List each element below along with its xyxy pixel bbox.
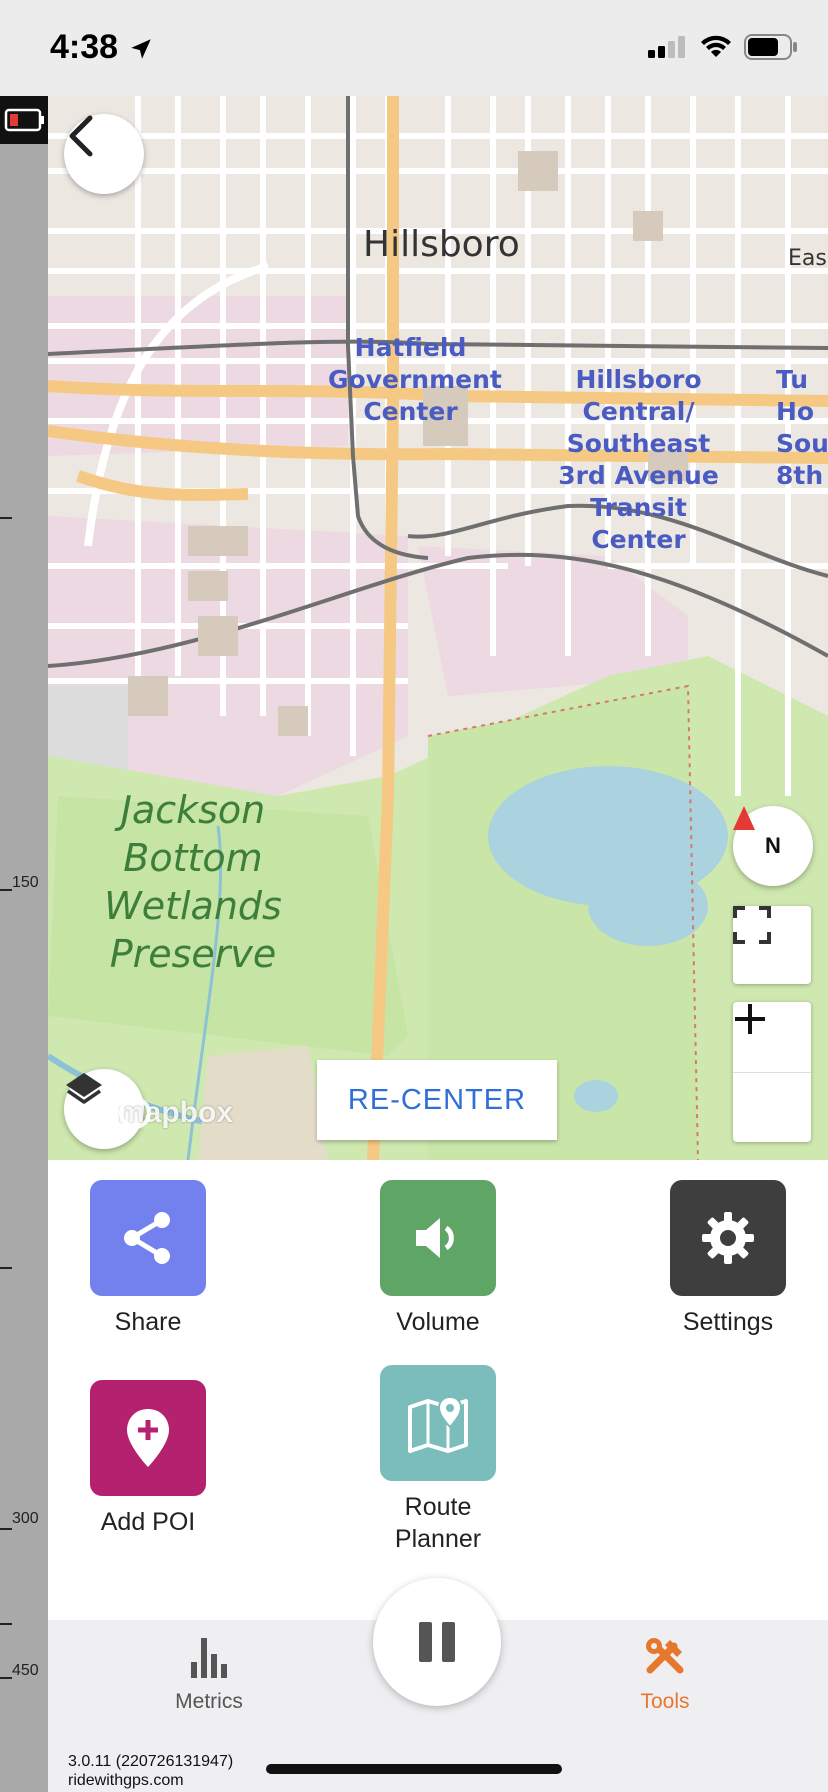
- tab-tools[interactable]: Tools: [590, 1636, 740, 1714]
- add-poi-tool[interactable]: Add POI: [68, 1380, 228, 1538]
- recenter-button[interactable]: RE-CENTER: [317, 1060, 557, 1140]
- pause-button[interactable]: [373, 1578, 501, 1706]
- back-button[interactable]: [64, 114, 144, 194]
- mapbox-attribution[interactable]: mapbox: [118, 1096, 233, 1130]
- elevation-tick-label: 150: [12, 874, 39, 891]
- battery-icon: [744, 34, 797, 60]
- home-indicator: [266, 1764, 562, 1774]
- status-time: 4:38: [50, 28, 119, 66]
- gear-icon: [702, 1212, 754, 1264]
- volume-tool[interactable]: Volume: [358, 1180, 518, 1338]
- mapbox-logo-icon: [119, 1097, 151, 1129]
- route-planner-label: Route Planner: [394, 1493, 482, 1553]
- elevation-tick: [0, 1267, 12, 1269]
- fullscreen-icon: [733, 906, 771, 944]
- map-pin-plus-icon: [127, 1409, 169, 1467]
- map-label-park: Jackson Bottom Wetlands Preserve: [104, 788, 282, 976]
- location-arrow-icon: [131, 39, 151, 59]
- share-icon: [124, 1212, 170, 1264]
- map-label-city: Hillsboro: [363, 224, 520, 265]
- settings-tool[interactable]: Settings: [648, 1180, 808, 1338]
- share-tile[interactable]: [90, 1180, 206, 1296]
- layers-icon: [66, 1073, 102, 1104]
- elevation-tick: [0, 889, 12, 891]
- map-location-icon: [408, 1395, 468, 1453]
- elevation-tick: [0, 1623, 12, 1625]
- elevation-strip: [0, 96, 48, 1792]
- settings-tile[interactable]: [670, 1180, 786, 1296]
- map-label-city-partial: Eas: [788, 246, 827, 271]
- map-view[interactable]: Hillsboro Eas Hatfield Government Center…: [48, 96, 828, 1160]
- status-icons: [648, 34, 798, 60]
- strip-battery-icon: [0, 96, 48, 144]
- map-label-station-partial: Tu Ho Sou 8th: [776, 365, 828, 490]
- volume-label: Volume: [396, 1308, 480, 1336]
- zoom-out-button[interactable]: [733, 1017, 811, 1143]
- bar-chart-icon: [191, 1638, 227, 1678]
- tools-panel: Share Volume Settings Add POI Route Plan…: [48, 1160, 828, 1620]
- tools-icon: [646, 1638, 684, 1674]
- chevron-left-icon: [69, 115, 93, 157]
- volume-tile[interactable]: [380, 1180, 496, 1296]
- route-planner-tile[interactable]: [380, 1365, 496, 1481]
- add-poi-label: Add POI: [100, 1508, 196, 1536]
- site-label: ridewithgps.com: [68, 1772, 184, 1789]
- tab-tools-label: Tools: [640, 1690, 690, 1713]
- north-arrow-icon: [733, 806, 755, 830]
- compass-button[interactable]: N: [733, 806, 813, 886]
- volume-icon: [416, 1218, 454, 1258]
- fullscreen-button[interactable]: [733, 906, 811, 984]
- version-label: 3.0.11 (220726131947): [68, 1753, 234, 1770]
- map-label-hillsboro-central: Hillsboro Central/ Southeast 3rd Avenue …: [558, 365, 719, 554]
- add-poi-tile[interactable]: [90, 1380, 206, 1496]
- cellular-signal-icon: [648, 36, 685, 58]
- map-label-hatfield: Hatfield Government Center: [328, 333, 502, 426]
- zoom-control: [733, 1002, 811, 1142]
- elevation-tick: [0, 1528, 12, 1530]
- version-info: 3.0.11 (220726131947) ridewithgps.com: [68, 1752, 233, 1790]
- elevation-tick: [0, 1677, 12, 1679]
- pause-icon: [419, 1622, 455, 1662]
- minus-icon: [735, 1017, 765, 1021]
- compass-label: N: [765, 833, 781, 858]
- elevation-tick-label: 300: [12, 1510, 39, 1527]
- tab-metrics-label: Metrics: [175, 1690, 243, 1713]
- elevation-tick-label: 450: [12, 1662, 39, 1679]
- settings-label: Settings: [682, 1308, 774, 1336]
- route-planner-tool[interactable]: Route Planner: [358, 1365, 518, 1555]
- status-bar: 4:38: [0, 0, 828, 96]
- tab-metrics[interactable]: Metrics: [134, 1636, 284, 1714]
- wifi-icon: [701, 35, 731, 57]
- share-label: Share: [114, 1308, 182, 1336]
- share-tool[interactable]: Share: [68, 1180, 228, 1338]
- elevation-tick: [0, 517, 12, 519]
